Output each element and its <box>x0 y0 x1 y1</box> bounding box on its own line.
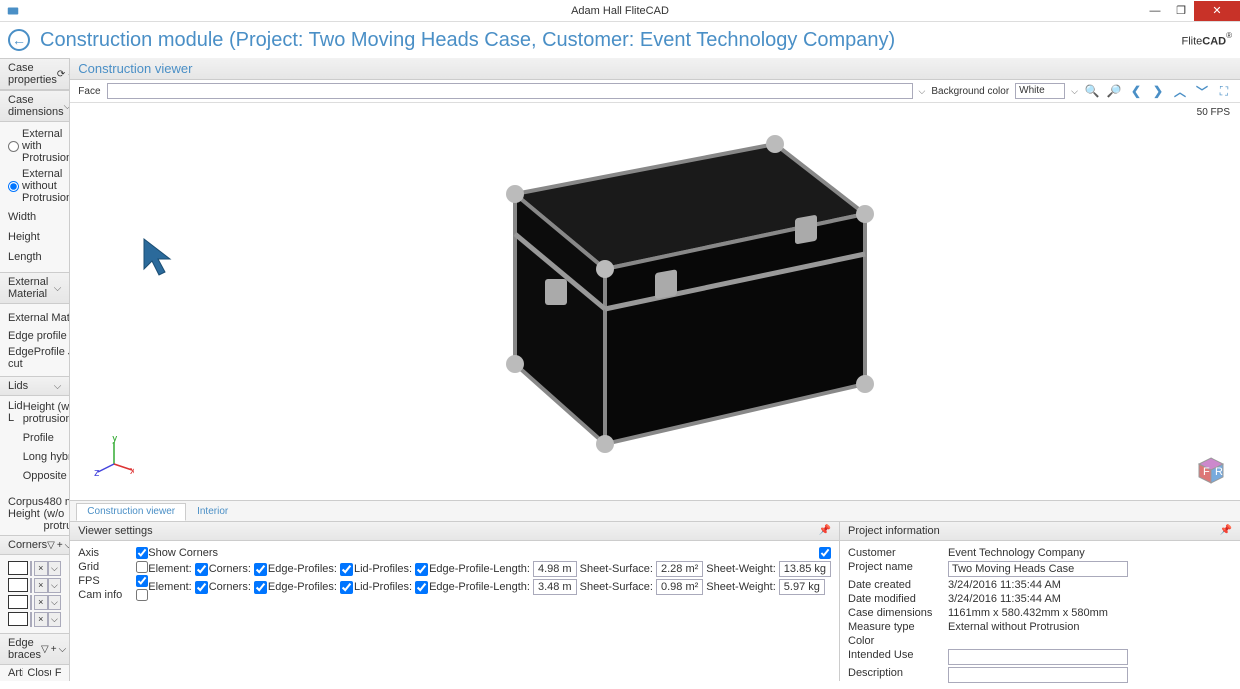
title-bar: Adam Hall FliteCAD — ❐ ✕ <box>0 0 1240 22</box>
svg-text:F: F <box>1203 466 1210 478</box>
refresh-icon[interactable]: ⟳ <box>57 69 65 80</box>
minimize-button[interactable]: — <box>1142 1 1168 21</box>
corner-select-1[interactable] <box>30 561 32 576</box>
filter-icon[interactable]: ▽ <box>47 540 55 551</box>
elem2-corners-checkbox[interactable] <box>195 581 208 594</box>
corner-select-4[interactable] <box>30 612 32 627</box>
viewer-toolbar: Face ⌵ Background color White ⌵ 🔍 🔎 ❮ ❯ … <box>70 80 1240 103</box>
rotate-left-icon[interactable]: ❮ <box>1128 83 1144 99</box>
corner-remove-3[interactable]: × <box>34 595 48 610</box>
case-properties-header[interactable]: Case properties ⟳ ✓ ↶ ↷ <box>0 58 69 90</box>
external-material-header[interactable]: External Material⌵ <box>0 272 69 304</box>
corner-dropdown-2[interactable]: ⌵ <box>48 578 62 593</box>
flight-case-3d <box>395 104 915 484</box>
edge-braces-header[interactable]: Edge braces▽+⌵ <box>0 633 69 665</box>
add-icon[interactable]: + <box>51 644 57 655</box>
project-info-panel: Project information📌 CustomerEvent Techn… <box>840 522 1240 681</box>
close-button[interactable]: ✕ <box>1194 1 1240 21</box>
chevron-down-icon: ⌵ <box>54 283 62 294</box>
radio-ext-with-protrusion[interactable]: External with Protrusion <box>8 128 70 164</box>
maximize-button[interactable]: ❐ <box>1168 1 1194 21</box>
rotate-right-icon[interactable]: ❯ <box>1150 83 1166 99</box>
corner-swatch <box>8 561 28 575</box>
elem1-corners-checkbox[interactable] <box>195 563 208 576</box>
radio-ext-without-protrusion[interactable]: External without Protrusion <box>8 168 70 204</box>
view-cube-gizmo[interactable]: FR <box>1196 456 1226 486</box>
construction-viewer-header: Construction viewer <box>70 58 1240 80</box>
brand-logo: FliteCAD® <box>1181 31 1232 49</box>
chevron-down-icon: ⌵ <box>54 381 62 392</box>
properties-panel: Case properties ⟳ ✓ ↶ ↷ Case dimensions⌵… <box>0 58 70 681</box>
corner-dropdown-4[interactable]: ⌵ <box>48 612 62 627</box>
elem2-edgep-checkbox[interactable] <box>254 581 267 594</box>
corner-remove-4[interactable]: × <box>34 612 48 627</box>
zoom-in-icon[interactable]: 🔍 <box>1084 83 1100 99</box>
viewer-tabs: Construction viewer Interior <box>70 500 1240 521</box>
case-dimensions-header[interactable]: Case dimensions⌵ <box>0 90 69 122</box>
3d-viewport[interactable]: 50 FPS <box>70 103 1240 500</box>
cam-checkbox[interactable] <box>136 589 148 601</box>
grid-checkbox[interactable] <box>136 561 148 573</box>
corner-dropdown-3[interactable]: ⌵ <box>48 595 62 610</box>
fit-view-icon[interactable]: ⛶ <box>1216 83 1232 99</box>
chevron-down-icon: ⌵ <box>64 101 71 112</box>
corners-header[interactable]: Corners▽+⌵ <box>0 535 69 555</box>
app-icon <box>6 4 20 18</box>
rotate-down-icon[interactable]: ﹀ <box>1194 83 1210 99</box>
elem1-edgep-checkbox[interactable] <box>254 563 267 576</box>
axis-gizmo: y x z <box>94 436 134 476</box>
svg-text:y: y <box>112 436 118 444</box>
fps-checkbox[interactable] <box>136 575 148 587</box>
chevron-down-icon: ⌵ <box>59 644 67 655</box>
filter-icon[interactable]: ▽ <box>41 644 49 655</box>
elem2-epl-checkbox[interactable] <box>415 581 428 594</box>
elem1-epl-checkbox[interactable] <box>415 563 428 576</box>
corner-dropdown-1[interactable]: ⌵ <box>48 561 62 576</box>
corner-select-3[interactable] <box>30 595 32 610</box>
svg-text:x: x <box>130 465 134 476</box>
pin-icon[interactable]: 📌 <box>819 525 831 537</box>
lids-header[interactable]: Lids⌵ <box>0 376 69 396</box>
tab-interior[interactable]: Interior <box>186 503 239 521</box>
window-title: Adam Hall FliteCAD <box>571 5 669 17</box>
show-corners-checkbox[interactable] <box>819 547 831 559</box>
pin-icon[interactable]: 📌 <box>1220 525 1232 537</box>
bg-color-select[interactable]: White <box>1015 83 1065 99</box>
page-header: ← Construction module (Project: Two Movi… <box>0 22 1240 58</box>
axis-checkbox[interactable] <box>136 547 148 559</box>
rotate-up-icon[interactable]: ︿ <box>1172 83 1188 99</box>
elem2-lidp-checkbox[interactable] <box>340 581 353 594</box>
corner-select-2[interactable] <box>30 578 32 593</box>
page-title: Construction module (Project: Two Moving… <box>40 29 895 52</box>
fps-readout: 50 FPS <box>1197 107 1230 118</box>
elem1-lidp-checkbox[interactable] <box>340 563 353 576</box>
zoom-out-icon[interactable]: 🔎 <box>1106 83 1122 99</box>
corner-remove-1[interactable]: × <box>34 561 48 576</box>
add-icon[interactable]: + <box>57 540 63 551</box>
back-button[interactable]: ← <box>8 29 30 51</box>
tab-construction-viewer[interactable]: Construction viewer <box>76 503 186 521</box>
cursor-arrow-overlay <box>140 235 188 283</box>
viewer-settings-panel: Viewer settings📌 Axis Grid FPS Cam info … <box>70 522 840 681</box>
intended-use-input[interactable] <box>948 649 1128 665</box>
face-select[interactable] <box>107 83 913 99</box>
corner-swatch <box>8 595 28 609</box>
svg-text:z: z <box>94 467 100 476</box>
case-dimensions-body: External with Protrusion Internal withou… <box>0 122 69 272</box>
svg-text:R: R <box>1215 466 1223 478</box>
corner-remove-2[interactable]: × <box>34 578 48 593</box>
project-name-input[interactable] <box>948 561 1128 577</box>
corner-swatch <box>8 612 28 626</box>
corner-swatch <box>8 578 28 592</box>
